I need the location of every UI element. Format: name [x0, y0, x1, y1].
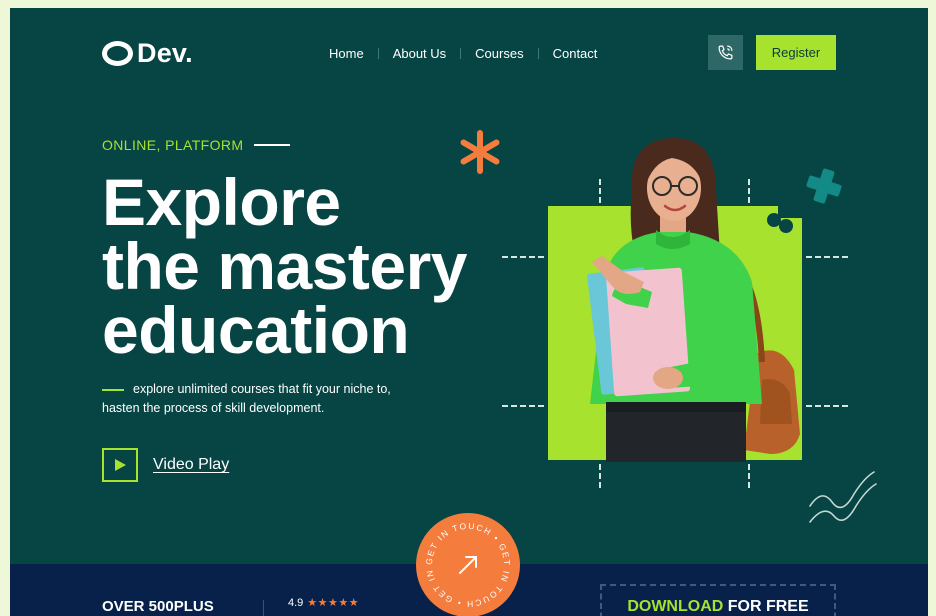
download-highlight: DOWNLOAD: [627, 598, 724, 615]
stats-divider: [263, 600, 264, 616]
phone-button[interactable]: [708, 35, 743, 70]
dashed-guide: [748, 464, 750, 488]
courses-stat: OVER 500PLUS: [102, 598, 214, 615]
nav-courses[interactable]: Courses: [461, 46, 537, 61]
hero-eyebrow-text: ONLINE, PLATFORM: [102, 137, 244, 153]
rating: 4.9 ★★★★★: [288, 596, 360, 610]
hero-headline: Explore the mastery education: [102, 165, 468, 367]
dashed-guide: [502, 256, 544, 258]
main-nav: Home About Us Courses Contact: [315, 45, 611, 61]
hero-eyebrow: ONLINE, PLATFORM: [102, 137, 290, 153]
star-icons: ★★★★★: [307, 597, 360, 609]
dashed-guide: [599, 464, 601, 488]
dashed-guide: [806, 256, 848, 258]
logo[interactable]: Dev.: [102, 38, 193, 69]
logo-mark-icon: [102, 41, 133, 66]
dashed-guide: [502, 405, 544, 407]
nav-about-us[interactable]: About Us: [379, 46, 460, 61]
description-line-1: explore unlimited courses that fit your …: [133, 382, 391, 396]
page-frame: Dev. Home About Us Courses Contact Regis…: [10, 8, 928, 616]
download-rest: FOR FREE: [723, 598, 809, 615]
eyebrow-line: [253, 144, 290, 146]
get-in-touch-badge[interactable]: GET IN TOUCH • GET IN TOUCH • GET IN TOU…: [416, 513, 520, 616]
hero-description: explore unlimited courses that fit your …: [102, 380, 442, 418]
nav-contact[interactable]: Contact: [539, 46, 612, 61]
nav-home[interactable]: Home: [315, 46, 378, 61]
download-cta[interactable]: DOWNLOAD FOR FREE: [600, 598, 836, 616]
description-line: [102, 388, 124, 391]
video-play-button[interactable]: [102, 448, 138, 482]
dashed-guide: [806, 405, 848, 407]
asterisk-icon: [460, 130, 500, 174]
register-button[interactable]: Register: [756, 35, 836, 70]
phone-icon: [718, 45, 733, 60]
logo-text: Dev.: [137, 38, 193, 68]
play-icon: [115, 459, 126, 471]
student-photo: [587, 137, 800, 462]
headline-line-2: the mastery: [102, 229, 468, 303]
description-line-2: hasten the process of skill development.: [102, 401, 325, 415]
video-play-link[interactable]: Video Play: [153, 456, 229, 474]
rating-value: 4.9: [288, 596, 304, 609]
squiggle-icon: [809, 471, 877, 523]
headline-line-3: education: [102, 293, 410, 367]
cross-shape-icon: [806, 168, 842, 204]
headline-line-1: Explore: [102, 165, 341, 239]
